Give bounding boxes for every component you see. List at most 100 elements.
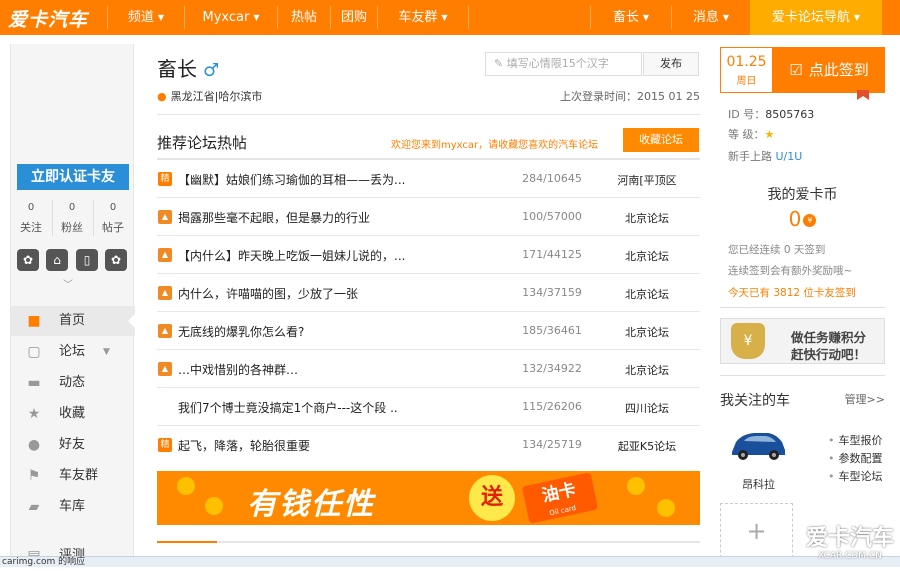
post-forum[interactable]: 北京论坛 <box>597 248 697 264</box>
post-count: 100/57000 <box>522 210 582 223</box>
post-forum[interactable]: 起亚K5论坛 <box>597 438 697 454</box>
welcome-text: 欢迎您来到myxcar，请收藏您喜欢的汽车论坛 <box>391 140 599 151</box>
post-forum[interactable]: 北京论坛 <box>597 362 697 378</box>
car-image[interactable] <box>728 424 788 464</box>
menu-feed[interactable]: ▬ 动态 <box>11 368 135 398</box>
stat-followers[interactable]: 0 粉丝 <box>52 202 92 235</box>
last-login: 上次登录时间：2015 01 25 <box>560 90 700 103</box>
promo-banner[interactable]: 有钱任性 送 油卡 Oil card <box>157 471 700 525</box>
site-logo[interactable]: 爱卡汽车 <box>8 5 88 32</box>
chevron-down-icon: ▼ <box>157 13 165 22</box>
verify-button[interactable]: 立即认证卡友 <box>17 164 129 190</box>
post-title[interactable]: 我们7个博士竟没搞定1个商户---这个段 .. <box>178 399 508 416</box>
stat-following[interactable]: 0 关注 <box>11 202 51 235</box>
bookmark-ribbon <box>857 90 869 100</box>
nav-car-groups[interactable]: 车友群 ▼ <box>378 0 468 35</box>
pencil-icon: ✎ <box>494 57 507 70</box>
left-sidebar: 立即认证卡友 0 关注 0 粉丝 0 帖子 ✿ ⌂ ▯ ✿ ﹀ ■ 首页 ▢ 论坛 ▼… <box>10 44 135 567</box>
chevron-down-icon: ▼ <box>853 13 861 22</box>
post-row[interactable]: 精 【幽默】姑娘们练习瑜伽的耳相——丢为... 284/10645 河南[平顶区 <box>157 160 700 198</box>
sign-in-box: 01.25 周日 ☑ 点此签到 <box>720 47 885 93</box>
post-title[interactable]: 无底线的爆乳你怎么看? <box>178 323 508 340</box>
coin-decoration <box>627 477 645 495</box>
nav-channel[interactable]: 频道 ▼ <box>108 0 184 35</box>
chevron-down-icon[interactable]: ﹀ <box>63 276 73 291</box>
post-forum[interactable]: 北京论坛 <box>597 324 697 340</box>
mood-input[interactable]: ✎ 填写心情限15个汉字 <box>485 52 642 76</box>
active-pointer <box>128 314 135 328</box>
money-bag-icon: ¥ <box>731 323 765 359</box>
favorite-forum-button[interactable]: 收藏论坛 <box>623 128 699 152</box>
nav-messages[interactable]: 消息 ▼ <box>672 0 750 35</box>
image-icon: ▲ <box>158 362 172 376</box>
post-title[interactable]: 起飞，降落，轮胎很重要 <box>178 437 508 454</box>
menu-home[interactable]: ■ 首页 <box>11 306 135 336</box>
post-row[interactable]: ▲ 内什么，许喵喵的图，少放了一张 134/37159 北京论坛 <box>157 274 700 312</box>
post-title[interactable]: …中戏惜别的各神群… <box>178 361 508 378</box>
featured-badge: 精 <box>158 438 172 452</box>
nav-separator <box>468 6 469 29</box>
post-forum[interactable]: 四川论坛 <box>597 400 697 416</box>
add-car-button[interactable]: + <box>720 503 793 563</box>
badge-house-icon[interactable]: ⌂ <box>46 249 68 271</box>
nav-user-menu[interactable]: 畜长 ▼ <box>591 0 671 35</box>
post-title[interactable]: 【幽默】姑娘们练习瑜伽的耳相——丢为... <box>178 171 508 188</box>
car-specs-link[interactable]: • 参数配置 <box>828 450 883 466</box>
forum-guide-button[interactable]: 爱卡论坛导航 ▼ <box>750 0 882 35</box>
menu-garage[interactable]: ▰ 车库 <box>11 492 135 522</box>
post-count: 115/26206 <box>522 400 582 413</box>
date-box: 01.25 周日 <box>720 47 773 93</box>
watermark: 爱卡汽车 XCAR.COM.CN <box>805 526 894 561</box>
divider <box>720 375 885 376</box>
post-title[interactable]: 内什么，许喵喵的图，少放了一张 <box>178 285 508 302</box>
sign-streak: 您已经连续 0 天签到 <box>728 244 826 256</box>
menu-forum[interactable]: ▢ 论坛 ▼ <box>11 337 135 367</box>
sign-in-button[interactable]: ☑ 点此签到 <box>773 47 885 93</box>
stat-posts[interactable]: 0 帖子 <box>93 202 133 235</box>
car-forum-link[interactable]: • 车型论坛 <box>828 468 883 484</box>
chat-icon: ▬ <box>27 375 41 391</box>
chevron-down-icon: ▼ <box>722 13 730 22</box>
task-banner[interactable]: ¥ 做任务赚积分 赶快行动吧！ <box>720 318 885 364</box>
menu-friends[interactable]: ● 好友 <box>11 430 135 460</box>
post-forum[interactable]: 北京论坛 <box>597 210 697 226</box>
car-price-link[interactable]: • 车型报价 <box>828 432 883 448</box>
nav-group-buy[interactable]: 团购 <box>331 0 377 35</box>
post-title[interactable]: 【内什么】昨天晚上吃饭一姐妹儿说的，... <box>178 247 508 264</box>
post-count: 132/34922 <box>522 362 582 375</box>
post-row[interactable]: ▲ 揭露那些毫不起眼，但是暴力的行业 100/57000 北京论坛 <box>157 198 700 236</box>
publish-button[interactable]: 发布 <box>643 52 699 76</box>
coins-value: 0 ¥ <box>720 207 885 231</box>
nav-hot-posts[interactable]: 热帖 <box>278 0 330 35</box>
post-row[interactable]: ▲ …中戏惜别的各神群… 132/34922 北京论坛 <box>157 350 700 388</box>
banner-text: 有钱任性 <box>247 487 375 522</box>
badge-icon[interactable]: ✿ <box>17 249 39 271</box>
menu-car-groups[interactable]: ⚑ 车友群 <box>11 461 135 491</box>
post-row[interactable]: 我们7个博士竟没搞定1个商户---这个段 .. 115/26206 四川论坛 <box>157 388 700 426</box>
badge-icon[interactable]: ✿ <box>105 249 127 271</box>
post-forum[interactable]: 北京论坛 <box>597 286 697 302</box>
image-icon: ▲ <box>158 324 172 338</box>
calendar-check-icon: ☑ <box>789 61 803 79</box>
image-icon: ▲ <box>158 248 172 262</box>
post-title[interactable]: 揭露那些毫不起眼，但是暴力的行业 <box>178 209 508 226</box>
post-forum[interactable]: 河南[平顶区 <box>597 172 697 188</box>
menu-favorites[interactable]: ★ 收藏 <box>11 399 135 429</box>
home-icon: ■ <box>27 313 41 329</box>
section-title: 推荐论坛热帖 <box>157 134 248 152</box>
featured-badge: 精 <box>158 172 172 186</box>
manage-link[interactable]: 管理>> <box>845 391 885 407</box>
male-icon: ♂ <box>203 60 220 81</box>
chevron-down-icon: ▼ <box>253 13 260 22</box>
coins-title: 我的爱卡币 <box>767 187 838 203</box>
chevron-down-icon: ▼ <box>103 347 110 357</box>
badge-phone-icon[interactable]: ▯ <box>76 249 98 271</box>
post-row[interactable]: 精 起飞，降落，轮胎很重要 134/25719 起亚K5论坛 <box>157 426 700 464</box>
post-row[interactable]: ▲ 无底线的爆乳你怎么看? 185/36461 北京论坛 <box>157 312 700 350</box>
post-count: 185/36461 <box>522 324 582 337</box>
car-name[interactable]: 昂科拉 <box>742 476 775 492</box>
post-row[interactable]: ▲ 【内什么】昨天晚上吃饭一姐妹儿说的，... 171/44125 北京论坛 <box>157 236 700 274</box>
nav-myxcar[interactable]: Myxcar ▼ <box>185 0 277 35</box>
image-icon: ▲ <box>158 210 172 224</box>
flag-icon: ⚑ <box>27 468 41 484</box>
